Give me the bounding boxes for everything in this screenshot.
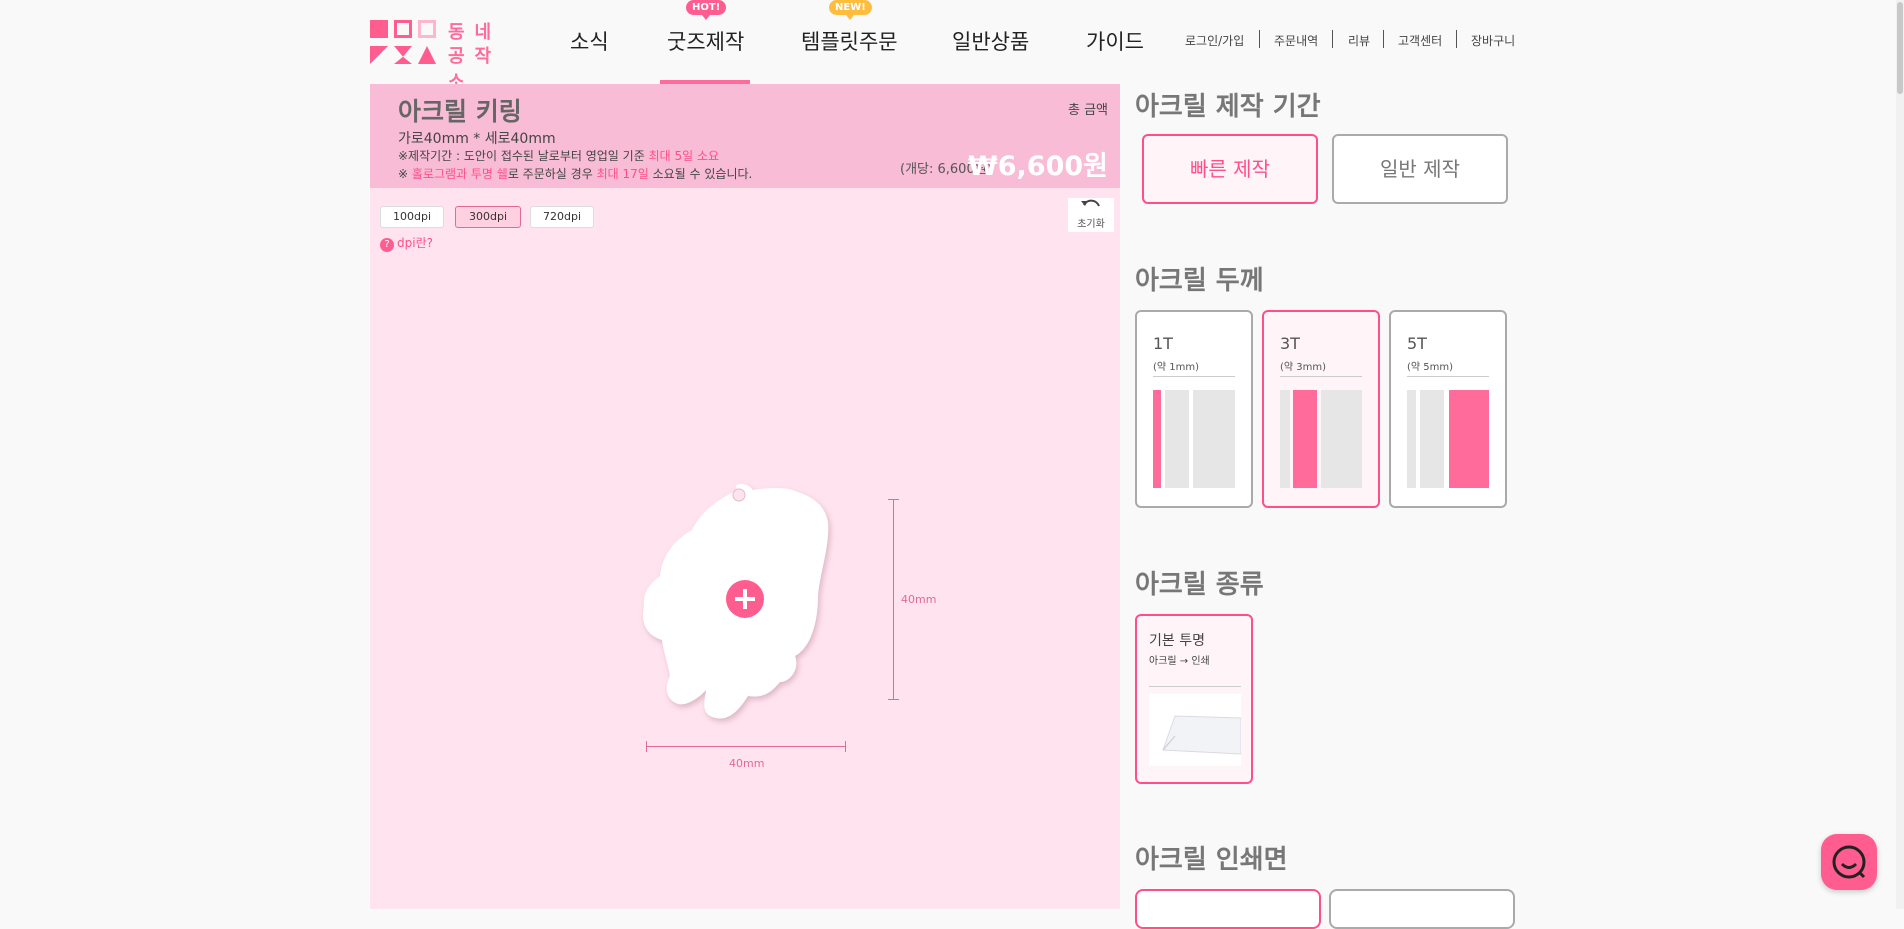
kind-name: 기본 투명 [1149, 633, 1205, 649]
thickness-illustration [1280, 390, 1362, 488]
nav-label: 소식 [570, 30, 609, 54]
review-link[interactable]: 리뷰 [1348, 32, 1370, 49]
site-logo[interactable]: 동네 공작소 [370, 18, 512, 93]
divider [1149, 686, 1241, 687]
thickness-1t-option[interactable]: 1T (약 1mm) [1135, 310, 1253, 508]
fast-production-button[interactable]: 빠른 제작 [1142, 134, 1318, 204]
nav-label: 일반상품 [952, 30, 1030, 54]
kind-basic-clear-option[interactable]: 기본 투명 아크릴 → 인쇄 [1135, 614, 1253, 784]
thickness-bar [1407, 390, 1416, 488]
thickness-sub: (약 3mm) [1280, 362, 1327, 373]
divider [1456, 30, 1457, 48]
order-history-link[interactable]: 주문내역 [1274, 32, 1318, 49]
logo-shape [394, 46, 412, 64]
thickness-bar [1280, 390, 1290, 488]
nav-guide[interactable]: 가이드 [1086, 26, 1144, 56]
dimension-cap [888, 499, 899, 500]
page-scrollbar[interactable] [1896, 0, 1904, 909]
customer-center-link[interactable]: 고객센터 [1398, 32, 1442, 49]
thickness-sub: (약 1mm) [1153, 362, 1200, 373]
new-badge: NEW! [829, 0, 872, 20]
divider [1407, 376, 1489, 377]
chat-button[interactable] [1821, 834, 1877, 890]
height-label: 40mm [901, 593, 937, 606]
hot-badge: HOT! [686, 0, 727, 20]
divider [1280, 376, 1362, 377]
nav-template-order[interactable]: 템플릿주문 [801, 26, 898, 56]
nav-label: 템플릿주문 [801, 30, 898, 54]
logo-shape [370, 46, 388, 64]
print-side-section-title: 아크릴 인쇄면 [1135, 845, 1288, 875]
divider [1383, 30, 1384, 48]
logo-text-line1: 동네 [448, 22, 502, 43]
nav-label: 가이드 [1086, 30, 1144, 54]
width-label: 40mm [729, 757, 765, 770]
login-link[interactable]: 로그인/가입 [1185, 32, 1244, 49]
nav-label: 굿즈제작 [667, 30, 745, 54]
thickness-bar [1420, 390, 1444, 488]
chat-icon [1832, 845, 1866, 879]
width-dimension-line [646, 746, 846, 747]
divider [1153, 376, 1235, 377]
thickness-name: 3T [1280, 334, 1300, 353]
kind-section-title: 아크릴 종류 [1135, 570, 1264, 600]
dimension-cap [888, 699, 899, 700]
thickness-name: 1T [1153, 334, 1173, 353]
scrollbar-thumb[interactable] [1897, 2, 1903, 94]
logo-shape [370, 20, 388, 38]
acrylic-sheet-illustration [1162, 715, 1242, 755]
thickness-3t-option[interactable]: 3T (약 3mm) [1262, 310, 1380, 508]
dimension-cap [646, 741, 647, 752]
design-canvas[interactable]: 40mm 40mm [370, 84, 1120, 909]
cart-link[interactable]: 장바구니 [1471, 32, 1515, 49]
thickness-sub: (약 5mm) [1407, 362, 1454, 373]
print-side-option-2[interactable] [1329, 889, 1515, 929]
editor-panel: 아크릴 키링 가로40mm * 세로40mm ※제작기간 : 도안이 접수된 날… [370, 84, 1120, 909]
nav-news[interactable]: 소식 [570, 26, 609, 56]
print-side-option-1[interactable] [1135, 889, 1321, 929]
clear-acrylic-image [1149, 694, 1242, 766]
thickness-bar [1153, 390, 1161, 488]
nav-goods[interactable]: 굿즈제작 [667, 26, 744, 56]
thickness-bar [1449, 390, 1489, 488]
logo-shape [418, 46, 436, 64]
logo-shape [394, 20, 412, 38]
normal-production-button[interactable]: 일반 제작 [1332, 134, 1508, 204]
thickness-illustration [1153, 390, 1235, 488]
thickness-illustration [1407, 390, 1489, 488]
options-panel: 아크릴 제작 기간 빠른 제작 일반 제작 아크릴 두께 1T (약 1mm) … [1135, 84, 1555, 929]
thickness-section-title: 아크릴 두께 [1135, 266, 1264, 296]
logo-shape [418, 20, 436, 38]
thickness-bar [1165, 390, 1189, 488]
site-header: 동네 공작소 소식 굿즈제작 HOT! 템플릿주문 NEW! 일반상품 가이드 … [0, 0, 1904, 93]
period-section-title: 아크릴 제작 기간 [1135, 92, 1321, 122]
divider [1259, 30, 1260, 48]
height-dimension-line [893, 499, 894, 699]
divider [1332, 30, 1333, 48]
nav-general-products[interactable]: 일반상품 [952, 26, 1029, 56]
keyring-shape-preview [642, 483, 829, 719]
kind-sub: 아크릴 → 인쇄 [1149, 656, 1210, 667]
thickness-5t-option[interactable]: 5T (약 5mm) [1389, 310, 1507, 508]
dimension-cap [845, 741, 846, 752]
thickness-bar [1193, 390, 1235, 488]
thickness-bar [1293, 390, 1317, 488]
thickness-name: 5T [1407, 334, 1427, 353]
thickness-bar [1321, 390, 1362, 488]
